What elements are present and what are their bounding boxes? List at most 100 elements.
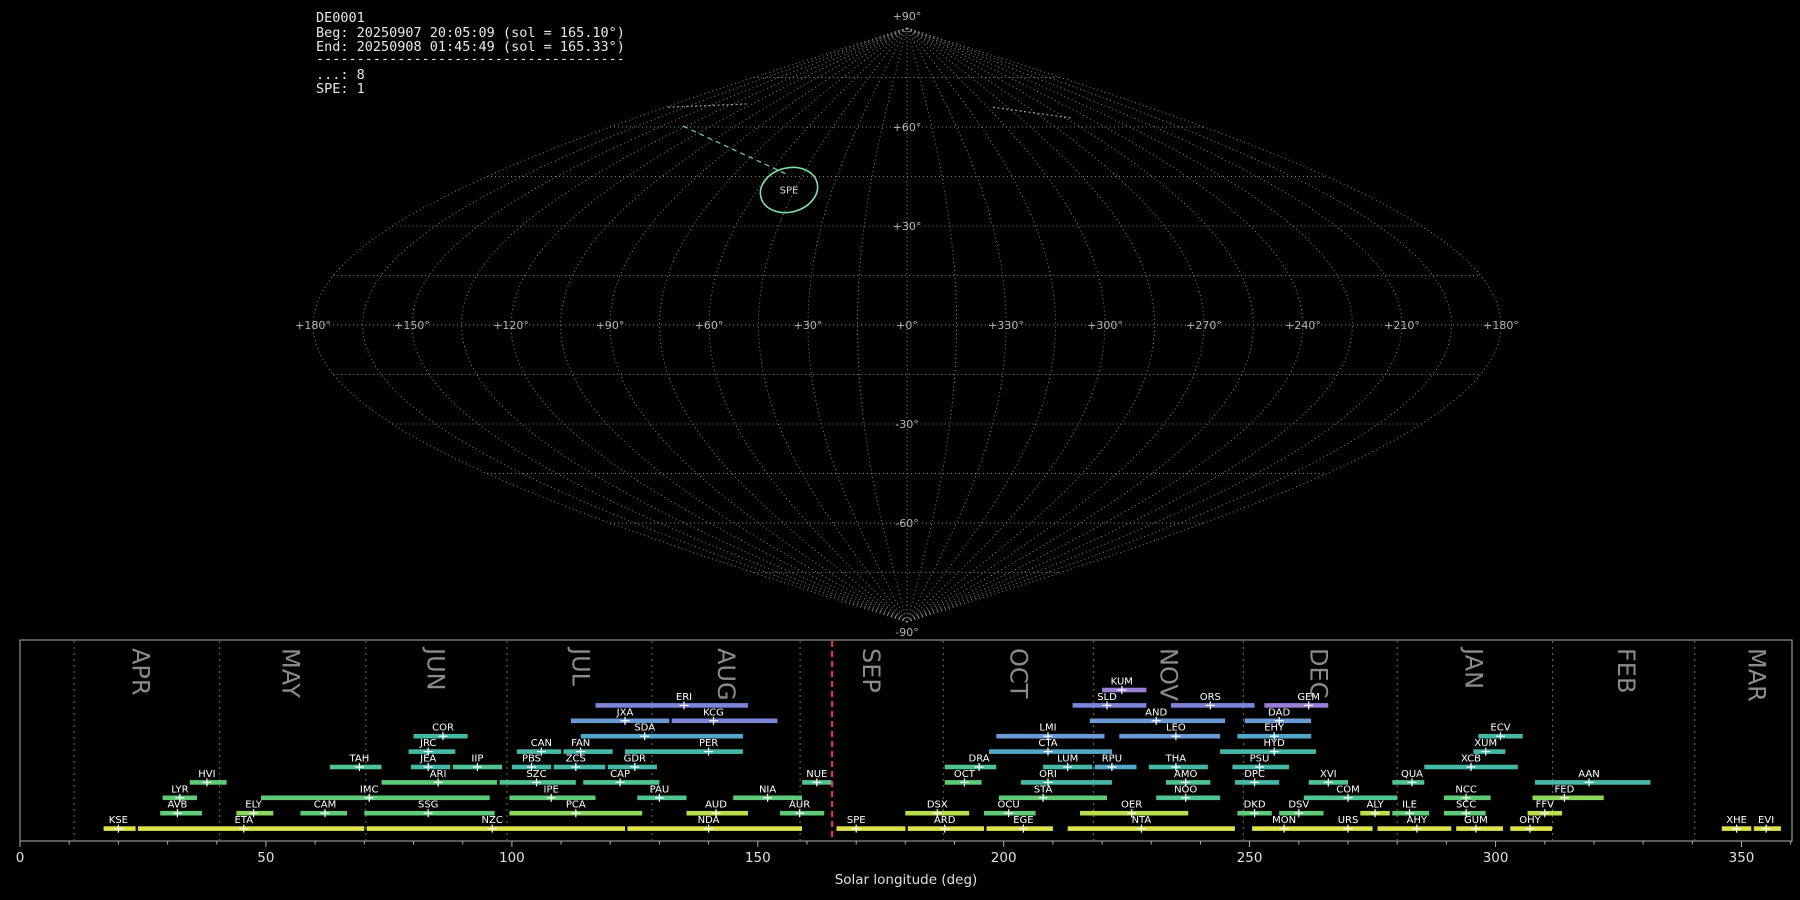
axis-tick-label: 150 xyxy=(745,850,771,866)
shower-code-zcs: ZCS xyxy=(566,754,586,765)
radiant-activity-plot: +180° +150° +120° +90° +60° +30° +0° +330° +300°… xyxy=(16,10,1793,888)
shower-code-com: COM xyxy=(1336,784,1359,795)
shower-code-ssg: SSG xyxy=(418,800,438,811)
longitude-label: +270° xyxy=(1186,319,1222,332)
shower-code-kse: KSE xyxy=(109,815,128,826)
activity-bar-nda xyxy=(627,826,802,831)
longitude-label: +180° xyxy=(295,319,331,332)
activity-bar-imc xyxy=(261,795,490,801)
shower-code-oct: OCT xyxy=(954,769,976,780)
shower-code-xum: XUM xyxy=(1474,738,1497,749)
shower-code-hvi: HVI xyxy=(198,769,215,780)
shower-code-spe: SPE xyxy=(847,815,866,826)
shower-code-pau: PAU xyxy=(650,784,670,795)
shower-code-ecv: ECV xyxy=(1490,723,1510,734)
longitude-label: +330° xyxy=(988,319,1024,332)
month-label-dec: DEC xyxy=(1305,648,1333,698)
meteor-trail xyxy=(992,106,1073,119)
sky-map: +180° +150° +120° +90° +60° +30° +0° +330° +300°… xyxy=(295,10,1519,639)
month-label-nov: NOV xyxy=(1155,648,1183,701)
latitude-label: +30° xyxy=(893,220,922,233)
shower-code-xhe: XHE xyxy=(1726,815,1747,826)
shower-code-scc: SCC xyxy=(1456,800,1476,811)
shower-code-imc: IMC xyxy=(360,784,379,795)
shower-code-ori: ORI xyxy=(1039,769,1057,780)
shower-code-ely: ELY xyxy=(245,800,263,811)
shower-code-kum: KUM xyxy=(1111,677,1133,688)
shower-code-psu: PSU xyxy=(1250,754,1270,765)
shower-code-ege: EGE xyxy=(1013,815,1033,826)
longitude-label: +0° xyxy=(896,319,918,332)
latitude-label: -90° xyxy=(895,626,918,639)
radiant-map-screen: +180° +150° +120° +90° +60° +30° +0° +330° +300°… xyxy=(0,0,1800,900)
shower-code-mon: MON xyxy=(1272,815,1296,826)
shower-code-cor: COR xyxy=(432,723,454,734)
shower-code-lyr: LYR xyxy=(171,784,188,795)
activity-bar-leo xyxy=(1119,733,1221,739)
axis-tick-label: 50 xyxy=(257,850,274,866)
shower-code-ard: ARD xyxy=(934,815,956,826)
shower-code-ipe: IPE xyxy=(544,784,559,795)
longitude-label: +30° xyxy=(794,319,823,332)
shower-code-sta: STA xyxy=(1034,784,1053,795)
shower-code-dsv: DSV xyxy=(1288,800,1309,811)
month-label-mar: MAR xyxy=(1742,648,1770,702)
shower-code-pbs: PBS xyxy=(522,754,541,765)
radiant-drift-track xyxy=(682,125,787,175)
month-label-jul: JUL xyxy=(567,646,595,687)
shower-code-per: PER xyxy=(699,738,718,749)
shower-code-evi: EVI xyxy=(1758,815,1774,826)
month-label-jan: JAN xyxy=(1459,646,1487,689)
shower-code-nda: NDA xyxy=(698,815,720,826)
activity-bar-spe xyxy=(836,826,906,831)
meteor-trail xyxy=(668,103,749,108)
shower-code-jea: JEA xyxy=(419,754,436,765)
month-label-may: MAY xyxy=(277,648,305,698)
shower-code-hyd: HYD xyxy=(1264,738,1286,749)
month-label-jun: JUN xyxy=(422,646,450,691)
shower-code-amo: AMO xyxy=(1174,769,1197,780)
longitude-label: +180° xyxy=(1483,319,1519,332)
shower-code-rpu: RPU xyxy=(1102,754,1122,765)
shower-code-dpc: DPC xyxy=(1244,769,1265,780)
shower-code-aan: AAN xyxy=(1578,769,1599,780)
longitude-label: +90° xyxy=(596,319,625,332)
shower-code-avb: AVB xyxy=(167,800,187,811)
shower-code-dsx: DSX xyxy=(927,800,948,811)
activity-bar-nta xyxy=(1067,826,1235,831)
shower-code-cta: CTA xyxy=(1038,738,1057,749)
shower-code-tah: TAH xyxy=(349,754,370,765)
axis-tick-label: 0 xyxy=(16,850,25,866)
month-label-aug: AUG xyxy=(712,648,740,701)
shower-code-cap: CAP xyxy=(610,769,630,780)
axis-tick-label: 250 xyxy=(1237,850,1263,866)
shower-code-qua: QUA xyxy=(1401,769,1423,780)
shower-code-leo: LEO xyxy=(1166,723,1186,734)
shower-code-xvi: XVI xyxy=(1320,769,1337,780)
shower-code-ari: ARI xyxy=(430,769,447,780)
shower-code-ehy: EHY xyxy=(1264,723,1285,734)
shower-code-aud: AUD xyxy=(705,800,727,811)
info-box: DE0001 Beg: 20250907 20:05:09 (sol = 165… xyxy=(316,10,625,97)
axis-tick-label: 200 xyxy=(991,850,1017,866)
axis-tick-label: 100 xyxy=(499,850,525,866)
shower-code-nta: NTA xyxy=(1132,815,1152,826)
activity-bar-sda xyxy=(580,733,743,739)
separator-line: -------------------------------------- xyxy=(316,51,625,67)
shower-code-eta: ETA xyxy=(235,815,254,826)
shower-code-sld: SLD xyxy=(1097,692,1117,703)
shower-code-gum: GUM xyxy=(1464,815,1488,826)
spe-count: SPE: 1 xyxy=(316,81,365,97)
shower-code-fan: FAN xyxy=(571,738,590,749)
shower-code-ors: ORS xyxy=(1200,692,1221,703)
axis-tick-label: 350 xyxy=(1729,850,1755,866)
shower-code-ffv: FFV xyxy=(1536,800,1555,811)
shower-code-ahy: AHY xyxy=(1407,815,1428,826)
shower-code-dad: DAD xyxy=(1268,707,1290,718)
shower-code-jrc: JRC xyxy=(419,738,436,749)
shower-code-urs: URS xyxy=(1338,815,1359,826)
shower-code-noo: NOO xyxy=(1174,784,1197,795)
longitude-label: +210° xyxy=(1384,319,1420,332)
shower-code-nue: NUE xyxy=(806,769,827,780)
shower-code-szc: SZC xyxy=(526,769,546,780)
